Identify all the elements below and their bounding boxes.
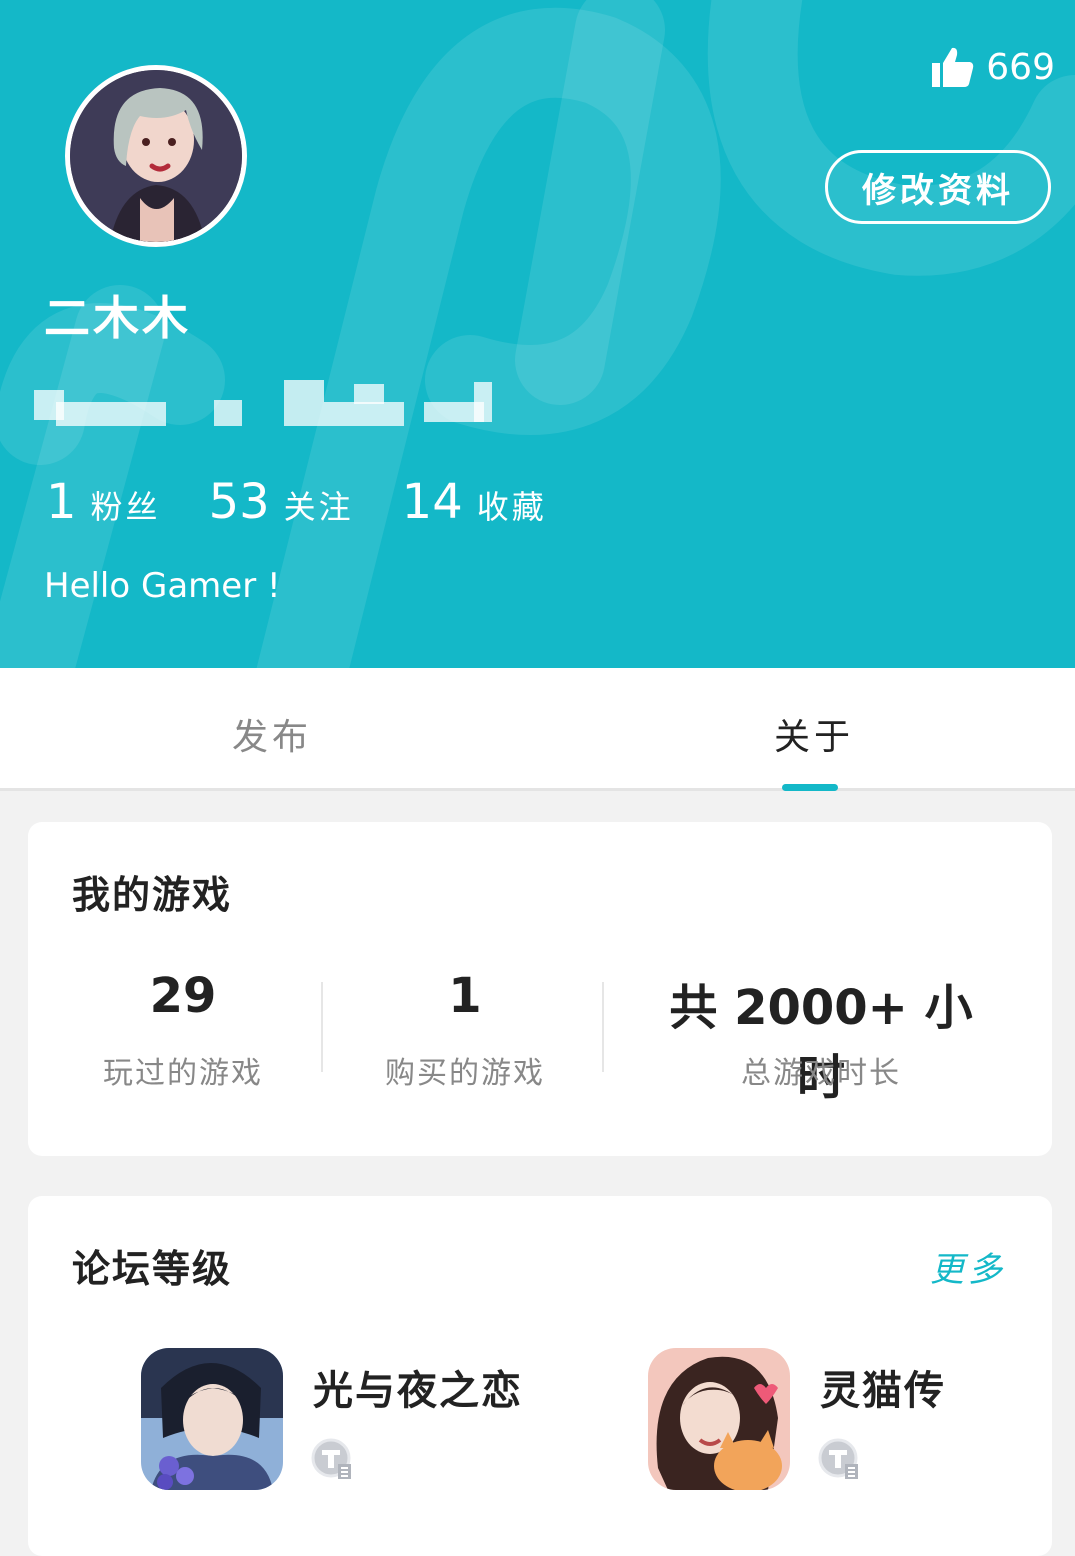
- favorites-stat[interactable]: 14 收藏: [402, 474, 547, 530]
- playtime-value: 共 2000+ 小时: [669, 980, 973, 1106]
- following-stat[interactable]: 53 关注: [209, 474, 354, 530]
- profile-stats: 1 粉丝 53 关注 14 收藏: [46, 474, 595, 530]
- level-badge-icon: [818, 1438, 858, 1479]
- like-counter[interactable]: 669: [930, 44, 1055, 90]
- profile-tabs: 发布 关于: [0, 668, 1075, 791]
- like-count: 669: [986, 46, 1055, 88]
- my-games-card: 我的游戏 29 玩过的游戏 1 购买的游戏 共 2000+ 小时 总游戏时长: [28, 822, 1052, 1156]
- game-icon-lingmaozhuan: [648, 1348, 790, 1490]
- avatar-image: [70, 70, 242, 242]
- played-games-count: 29: [149, 968, 217, 1024]
- purchased-games-stat[interactable]: 1 购买的游戏: [370, 968, 560, 1092]
- followers-stat[interactable]: 1 粉丝: [46, 474, 161, 530]
- edit-profile-button[interactable]: 修改资料: [825, 150, 1051, 224]
- stat-divider: [321, 982, 323, 1072]
- playtime-label: 总游戏时长: [741, 1056, 901, 1091]
- followers-label: 粉丝: [90, 488, 161, 526]
- level-badge-icon: [311, 1438, 351, 1479]
- played-games-stat[interactable]: 29 玩过的游戏: [88, 968, 278, 1092]
- tab-about[interactable]: 关于: [774, 708, 854, 760]
- redacted-info: [34, 380, 524, 430]
- favorites-count: 14: [401, 474, 463, 530]
- followers-count: 1: [46, 474, 77, 530]
- thumbs-up-icon: [932, 47, 974, 87]
- played-games-label: 玩过的游戏: [103, 1056, 263, 1091]
- more-link[interactable]: 更多: [930, 1242, 1006, 1291]
- forum-game-name: 灵猫传: [820, 1368, 946, 1414]
- following-count: 53: [208, 474, 270, 530]
- avatar[interactable]: [65, 65, 247, 247]
- forum-level-card: 论坛等级 更多 光与夜之恋 灵猫传: [28, 1196, 1052, 1556]
- forum-level-title: 论坛等级: [72, 1247, 233, 1291]
- favorites-label: 收藏: [476, 488, 547, 526]
- purchased-games-count: 1: [448, 968, 482, 1024]
- forum-game-name: 光与夜之恋: [313, 1368, 523, 1414]
- game-icon-guangyuye: [141, 1348, 283, 1490]
- following-label: 关注: [283, 488, 354, 526]
- bio: Hello Gamer !: [44, 566, 281, 606]
- username: 二木木: [44, 291, 191, 345]
- tab-publish[interactable]: 发布: [232, 708, 312, 760]
- purchased-games-label: 购买的游戏: [385, 1056, 545, 1091]
- playtime-stat[interactable]: 共 2000+ 小时 总游戏时长: [646, 968, 996, 1106]
- my-games-title: 我的游戏: [72, 873, 233, 917]
- profile-header: 669 修改资料 二木木 1 粉丝 53 关注 14 收藏 Hello Game…: [0, 0, 1075, 668]
- active-tab-indicator: [782, 784, 838, 791]
- stat-divider: [602, 982, 604, 1072]
